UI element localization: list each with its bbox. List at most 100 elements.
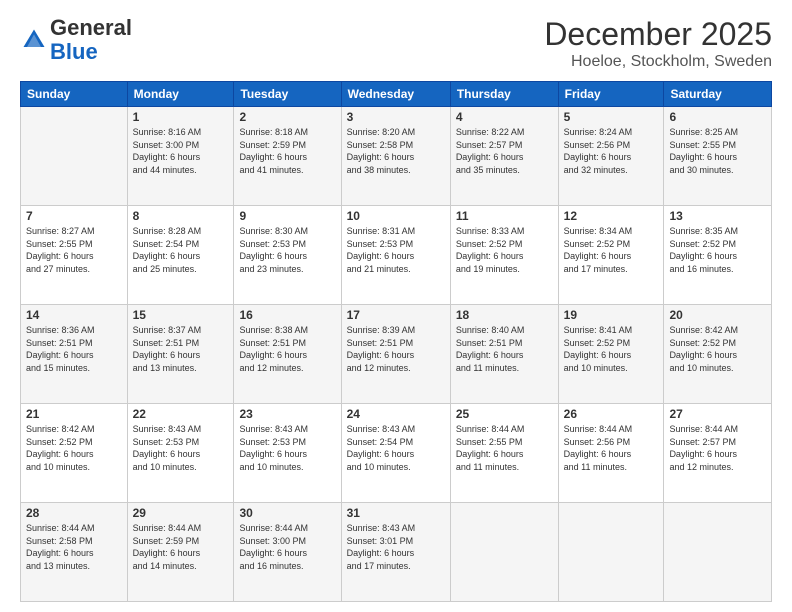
- calendar-cell: 24 Sunrise: 8:43 AM Sunset: 2:54 PM Dayli…: [341, 404, 450, 503]
- calendar-cell: [21, 107, 128, 206]
- day-info: Sunrise: 8:44 AM Sunset: 2:56 PM Dayligh…: [564, 423, 659, 473]
- calendar-cell: 9 Sunrise: 8:30 AM Sunset: 2:53 PM Daylig…: [234, 206, 341, 305]
- day-info: Sunrise: 8:44 AM Sunset: 2:57 PM Dayligh…: [669, 423, 766, 473]
- calendar-cell: 12 Sunrise: 8:34 AM Sunset: 2:52 PM Dayli…: [558, 206, 664, 305]
- calendar-cell: 10Sunrise: 8:31 AM Sunset: 2:53 PM Dayli…: [341, 206, 450, 305]
- day-of-week-header: Saturday: [664, 82, 772, 107]
- day-of-week-header: Tuesday: [234, 82, 341, 107]
- day-number: 21: [26, 407, 122, 421]
- day-info: Sunrise: 8:43 AM Sunset: 2:54 PM Dayligh…: [347, 423, 445, 473]
- day-info: Sunrise: 8:22 AM Sunset: 2:57 PM Dayligh…: [456, 126, 553, 176]
- day-info: Sunrise: 8:38 AM Sunset: 2:51 PM Dayligh…: [239, 324, 335, 374]
- title-block: December 2025 Hoeloe, Stockholm, Sweden: [544, 16, 772, 71]
- calendar-cell: 8 Sunrise: 8:28 AM Sunset: 2:54 PM Daylig…: [127, 206, 234, 305]
- day-info: Sunrise: 8:30 AM Sunset: 2:53 PM Dayligh…: [239, 225, 335, 275]
- day-info: Sunrise: 8:44 AM Sunset: 2:58 PM Dayligh…: [26, 522, 122, 572]
- day-number: 23: [239, 407, 335, 421]
- day-info: Sunrise: 8:25 AM Sunset: 2:55 PM Dayligh…: [669, 126, 766, 176]
- day-number: 13: [669, 209, 766, 223]
- day-number: 15: [133, 308, 229, 322]
- day-number: 24: [347, 407, 445, 421]
- day-number: 7: [26, 209, 122, 223]
- calendar-week-row: 21Sunrise: 8:42 AM Sunset: 2:52 PM Dayli…: [21, 404, 772, 503]
- calendar-cell: 7 Sunrise: 8:27 AM Sunset: 2:55 PM Daylig…: [21, 206, 128, 305]
- logo-general-text: General: [50, 15, 132, 40]
- day-number: 28: [26, 506, 122, 520]
- day-info: Sunrise: 8:18 AM Sunset: 2:59 PM Dayligh…: [239, 126, 335, 176]
- location: Hoeloe, Stockholm, Sweden: [544, 53, 772, 71]
- day-of-week-header: Sunday: [21, 82, 128, 107]
- calendar-cell: 28 Sunrise: 8:44 AM Sunset: 2:58 PM Dayli…: [21, 503, 128, 602]
- calendar-cell: 26 Sunrise: 8:44 AM Sunset: 2:56 PM Dayli…: [558, 404, 664, 503]
- day-number: 5: [564, 110, 659, 124]
- day-number: 20: [669, 308, 766, 322]
- day-number: 19: [564, 308, 659, 322]
- day-info: Sunrise: 8:24 AM Sunset: 2:56 PM Dayligh…: [564, 126, 659, 176]
- calendar-cell: [450, 503, 558, 602]
- calendar-week-row: 7 Sunrise: 8:27 AM Sunset: 2:55 PM Daylig…: [21, 206, 772, 305]
- day-number: 26: [564, 407, 659, 421]
- month-title: December 2025: [544, 16, 772, 53]
- day-info: Sunrise: 8:44 AM Sunset: 2:55 PM Dayligh…: [456, 423, 553, 473]
- calendar-cell: 31Sunrise: 8:43 AM Sunset: 3:01 PM Dayli…: [341, 503, 450, 602]
- day-info: Sunrise: 8:33 AM Sunset: 2:52 PM Dayligh…: [456, 225, 553, 275]
- calendar-cell: 22Sunrise: 8:43 AM Sunset: 2:53 PM Dayli…: [127, 404, 234, 503]
- calendar-cell: 3Sunrise: 8:20 AM Sunset: 2:58 PM Daylig…: [341, 107, 450, 206]
- calendar-cell: 23 Sunrise: 8:43 AM Sunset: 2:53 PM Dayli…: [234, 404, 341, 503]
- day-info: Sunrise: 8:34 AM Sunset: 2:52 PM Dayligh…: [564, 225, 659, 275]
- calendar-cell: 19 Sunrise: 8:41 AM Sunset: 2:52 PM Dayli…: [558, 305, 664, 404]
- day-info: Sunrise: 8:43 AM Sunset: 2:53 PM Dayligh…: [239, 423, 335, 473]
- calendar-cell: 29 Sunrise: 8:44 AM Sunset: 2:59 PM Dayli…: [127, 503, 234, 602]
- calendar-cell: 5 Sunrise: 8:24 AM Sunset: 2:56 PM Daylig…: [558, 107, 664, 206]
- calendar-cell: 15 Sunrise: 8:37 AM Sunset: 2:51 PM Dayli…: [127, 305, 234, 404]
- day-of-week-header: Wednesday: [341, 82, 450, 107]
- calendar-cell: 16 Sunrise: 8:38 AM Sunset: 2:51 PM Dayli…: [234, 305, 341, 404]
- calendar-cell: [664, 503, 772, 602]
- day-number: 25: [456, 407, 553, 421]
- calendar-cell: 21Sunrise: 8:42 AM Sunset: 2:52 PM Dayli…: [21, 404, 128, 503]
- day-info: Sunrise: 8:37 AM Sunset: 2:51 PM Dayligh…: [133, 324, 229, 374]
- day-number: 9: [239, 209, 335, 223]
- day-number: 17: [347, 308, 445, 322]
- logo: General Blue: [20, 16, 132, 64]
- day-number: 4: [456, 110, 553, 124]
- day-info: Sunrise: 8:36 AM Sunset: 2:51 PM Dayligh…: [26, 324, 122, 374]
- day-info: Sunrise: 8:39 AM Sunset: 2:51 PM Dayligh…: [347, 324, 445, 374]
- day-number: 16: [239, 308, 335, 322]
- calendar-cell: 27Sunrise: 8:44 AM Sunset: 2:57 PM Dayli…: [664, 404, 772, 503]
- day-number: 29: [133, 506, 229, 520]
- page: General Blue December 2025 Hoeloe, Stock…: [0, 0, 792, 612]
- day-number: 14: [26, 308, 122, 322]
- day-info: Sunrise: 8:28 AM Sunset: 2:54 PM Dayligh…: [133, 225, 229, 275]
- day-number: 12: [564, 209, 659, 223]
- calendar-cell: 17 Sunrise: 8:39 AM Sunset: 2:51 PM Dayli…: [341, 305, 450, 404]
- day-info: Sunrise: 8:27 AM Sunset: 2:55 PM Dayligh…: [26, 225, 122, 275]
- day-info: Sunrise: 8:44 AM Sunset: 2:59 PM Dayligh…: [133, 522, 229, 572]
- day-number: 1: [133, 110, 229, 124]
- day-number: 6: [669, 110, 766, 124]
- day-info: Sunrise: 8:16 AM Sunset: 3:00 PM Dayligh…: [133, 126, 229, 176]
- day-of-week-header: Friday: [558, 82, 664, 107]
- day-of-week-header: Monday: [127, 82, 234, 107]
- day-number: 10: [347, 209, 445, 223]
- calendar-cell: 14 Sunrise: 8:36 AM Sunset: 2:51 PM Dayli…: [21, 305, 128, 404]
- day-of-week-header: Thursday: [450, 82, 558, 107]
- calendar-cell: 18 Sunrise: 8:40 AM Sunset: 2:51 PM Dayli…: [450, 305, 558, 404]
- calendar-cell: 4 Sunrise: 8:22 AM Sunset: 2:57 PM Daylig…: [450, 107, 558, 206]
- day-info: Sunrise: 8:43 AM Sunset: 3:01 PM Dayligh…: [347, 522, 445, 572]
- day-info: Sunrise: 8:20 AM Sunset: 2:58 PM Dayligh…: [347, 126, 445, 176]
- calendar-cell: 2Sunrise: 8:18 AM Sunset: 2:59 PM Daylig…: [234, 107, 341, 206]
- calendar-week-row: 28 Sunrise: 8:44 AM Sunset: 2:58 PM Dayli…: [21, 503, 772, 602]
- calendar-cell: 1 Sunrise: 8:16 AM Sunset: 3:00 PM Daylig…: [127, 107, 234, 206]
- day-number: 8: [133, 209, 229, 223]
- day-info: Sunrise: 8:40 AM Sunset: 2:51 PM Dayligh…: [456, 324, 553, 374]
- day-info: Sunrise: 8:35 AM Sunset: 2:52 PM Dayligh…: [669, 225, 766, 275]
- day-info: Sunrise: 8:42 AM Sunset: 2:52 PM Dayligh…: [669, 324, 766, 374]
- calendar-cell: 11Sunrise: 8:33 AM Sunset: 2:52 PM Dayli…: [450, 206, 558, 305]
- day-info: Sunrise: 8:41 AM Sunset: 2:52 PM Dayligh…: [564, 324, 659, 374]
- calendar-cell: 25 Sunrise: 8:44 AM Sunset: 2:55 PM Dayli…: [450, 404, 558, 503]
- day-number: 18: [456, 308, 553, 322]
- day-number: 22: [133, 407, 229, 421]
- calendar-cell: 13 Sunrise: 8:35 AM Sunset: 2:52 PM Dayli…: [664, 206, 772, 305]
- calendar-cell: 20 Sunrise: 8:42 AM Sunset: 2:52 PM Dayli…: [664, 305, 772, 404]
